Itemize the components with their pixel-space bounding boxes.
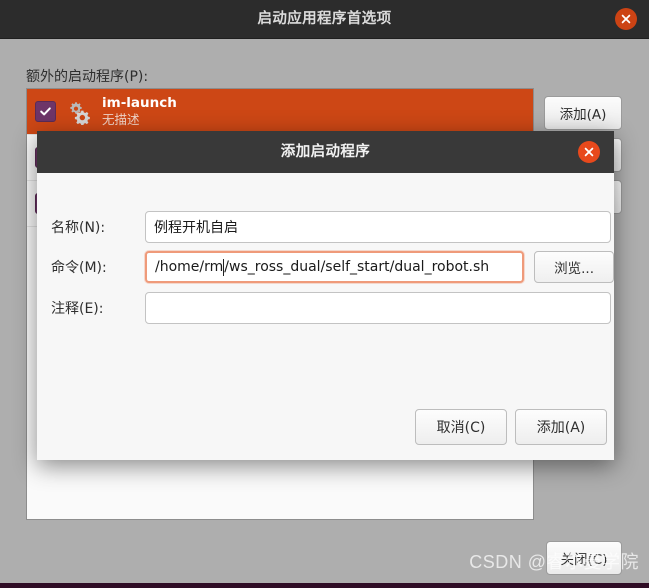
command-text-after-caret: /ws_ross_dual/self_start/dual_robot.sh: [224, 259, 490, 275]
close-button[interactable]: 关闭(C): [546, 541, 622, 575]
screen: 启动应用程序首选项 额外的启动程序(P): im-launch 无描述 添加(A…: [0, 0, 649, 588]
dialog-titlebar: 添加启动程序: [37, 131, 614, 173]
command-field-row: 命令(M): /home/rm/ws_ross_dual/self_start/…: [37, 251, 614, 283]
desktop-strip: [0, 583, 649, 588]
extra-startup-programs-label: 额外的启动程序(P):: [26, 69, 149, 85]
list-item-subtitle: 无描述: [102, 112, 140, 128]
comment-input[interactable]: [145, 292, 611, 324]
close-icon[interactable]: [615, 8, 637, 30]
dialog-body: 名称(N): 例程开机自启 命令(M): /home/rm/ws_ross_du…: [37, 173, 614, 460]
list-item-title: im-launch: [102, 95, 177, 112]
command-text-before-caret: /home/rm: [155, 259, 224, 275]
comment-label: 注释(E):: [51, 301, 104, 317]
main-window-title: 启动应用程序首选项: [257, 11, 392, 27]
comment-field-row: 注释(E):: [37, 292, 614, 324]
command-label: 命令(M):: [51, 260, 107, 276]
gears-icon: [64, 97, 94, 127]
main-titlebar: 启动应用程序首选项: [0, 0, 649, 39]
add-button[interactable]: 添加(A): [515, 409, 607, 445]
add-button[interactable]: 添加(A): [544, 96, 622, 130]
close-icon[interactable]: [578, 141, 600, 163]
list-item[interactable]: im-launch 无描述: [27, 89, 533, 135]
browse-button[interactable]: 浏览...: [534, 251, 614, 283]
row-checkbox[interactable]: [35, 101, 56, 122]
command-input[interactable]: /home/rm/ws_ross_dual/self_start/dual_ro…: [145, 251, 525, 283]
name-field-row: 名称(N): 例程开机自启: [37, 211, 614, 243]
list-item-text: im-launch 无描述: [102, 95, 177, 128]
name-label: 名称(N):: [51, 220, 106, 236]
cancel-button[interactable]: 取消(C): [415, 409, 507, 445]
name-input[interactable]: 例程开机自启: [145, 211, 611, 243]
add-startup-program-dialog: 添加启动程序 名称(N): 例程开机自启 命令(M): /home/rm/ws_…: [37, 131, 614, 460]
dialog-title: 添加启动程序: [280, 144, 371, 160]
